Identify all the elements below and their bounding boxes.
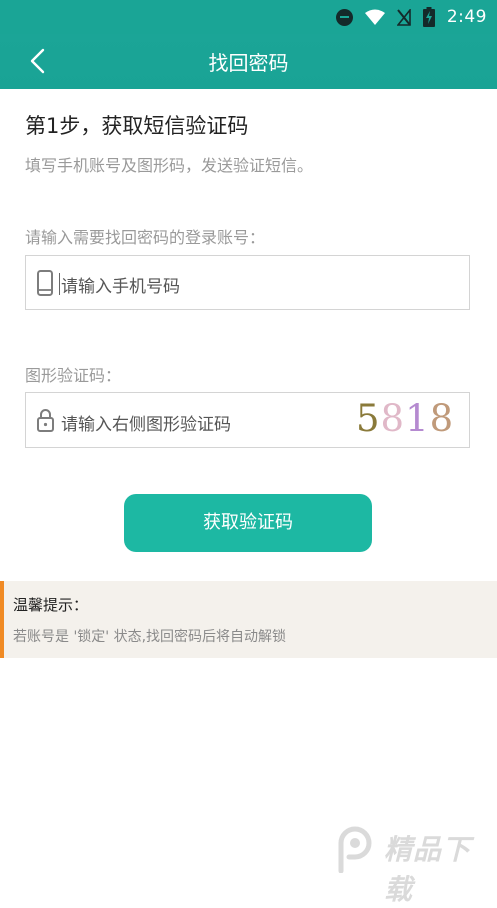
status-icons: 2:49 — [335, 6, 487, 28]
battery-charging-icon — [422, 7, 435, 27]
watermark-text: 精品下载 — [384, 833, 472, 906]
lock-icon — [37, 409, 54, 432]
captcha-input[interactable]: 请输入右侧图形验证码 5818 — [25, 392, 470, 448]
captcha-char: 8 — [380, 397, 406, 440]
captcha-placeholder: 请输入右侧图形验证码 — [61, 415, 231, 435]
phone-icon — [37, 270, 53, 296]
captcha-char: 8 — [429, 397, 455, 440]
wifi-icon — [364, 9, 385, 25]
get-code-button[interactable]: 获取验证码 — [124, 494, 372, 552]
status-time: 2:49 — [446, 7, 487, 27]
tips-title: 温馨提示： — [13, 596, 89, 614]
step-title: 第1步，获取短信验证码 — [25, 114, 249, 138]
do-not-disturb-icon — [335, 8, 353, 26]
status-bar: 2:49 — [0, 0, 497, 34]
captcha-label: 图形验证码： — [25, 366, 122, 385]
tips-box: 温馨提示： 若账号是 '锁定' 状态,找回密码后将自动解锁 — [0, 581, 497, 658]
page-title: 找回密码 — [208, 51, 289, 75]
captcha-char: 5 — [356, 397, 381, 440]
app-bar: 找回密码 — [0, 34, 497, 89]
step-description: 填写手机账号及图形码，发送验证短信。 — [25, 156, 314, 175]
phone-input[interactable]: 请输入手机号码 — [25, 255, 470, 310]
text-caret — [59, 273, 60, 295]
no-signal-icon — [396, 8, 411, 26]
account-label: 请输入需要找回密码的登录账号： — [25, 228, 266, 247]
tips-text: 若账号是 '锁定' 状态,找回密码后将自动解锁 — [13, 629, 287, 645]
captcha-char: 1 — [405, 397, 430, 440]
captcha-image[interactable]: 5818 — [356, 396, 466, 442]
phone-placeholder: 请输入手机号码 — [61, 277, 180, 297]
watermark-logo-icon — [338, 826, 372, 873]
